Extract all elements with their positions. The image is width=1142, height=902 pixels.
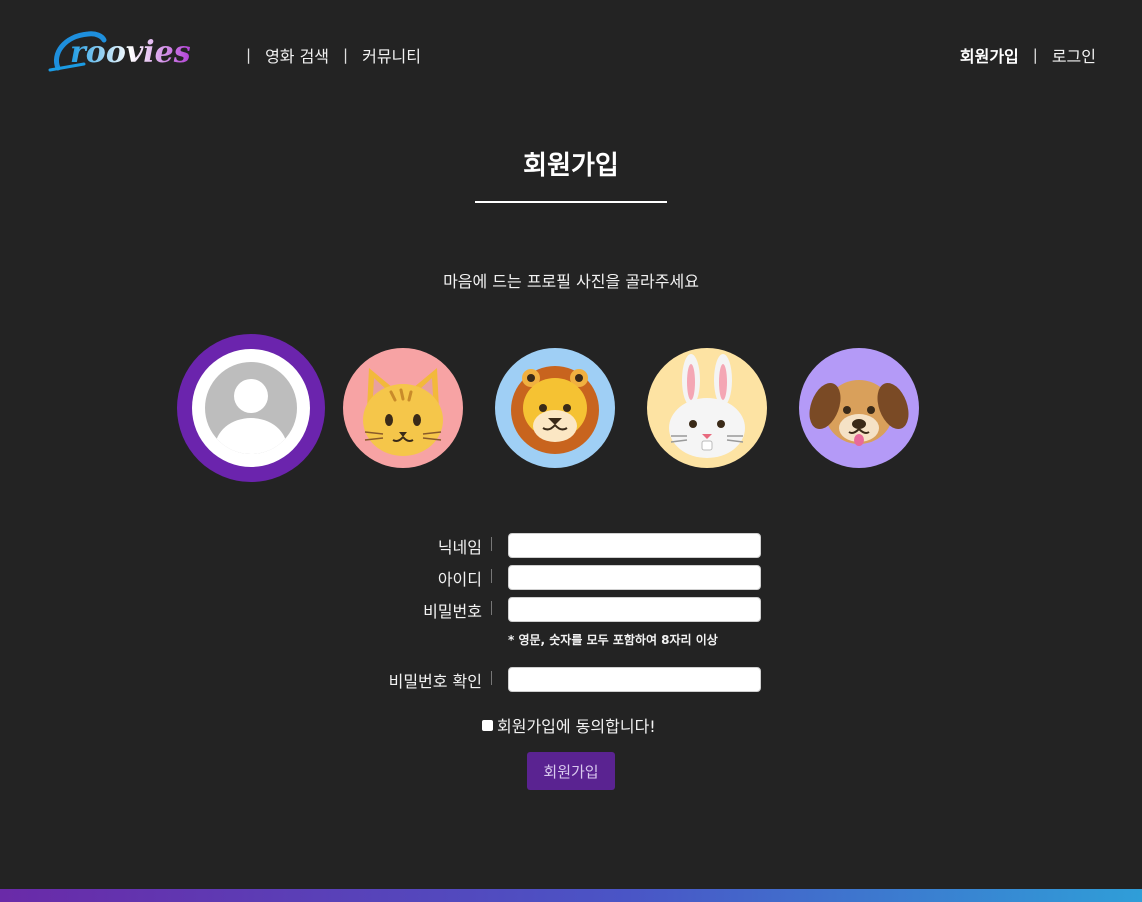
password-confirm-label: 비밀번호 확인 (388, 672, 482, 691)
nav-right: 회원가입 | 로그인 (960, 43, 1096, 67)
nav-left: | 영화 검색 | 커뮤니티 (232, 43, 421, 67)
label-divider (491, 671, 492, 685)
cat-face-icon (363, 368, 443, 456)
nav-separator: | (343, 46, 349, 64)
avatar-option-lion[interactable] (495, 348, 615, 468)
profile-picker-subtitle: 마음에 드는 프로필 사진을 골라주세요 (443, 272, 699, 291)
password-input[interactable] (508, 597, 761, 622)
nav-movie-search[interactable]: 영화 검색 (265, 43, 329, 67)
avatar-option-cat[interactable] (343, 348, 463, 468)
agree-label[interactable]: 회원가입에 동의합니다! (497, 713, 656, 737)
svg-text:roovies: roovies (70, 35, 191, 70)
rabbit-face-icon (669, 354, 745, 458)
agree-checkbox[interactable] (482, 719, 493, 731)
nav-signup[interactable]: 회원가입 (960, 43, 1019, 67)
nickname-input[interactable] (508, 533, 761, 558)
footer-gradient-bar (0, 889, 1142, 902)
avatar-option-rabbit[interactable] (647, 348, 767, 468)
password-confirm-input[interactable] (508, 667, 761, 692)
label-divider (491, 601, 492, 615)
nav-community[interactable]: 커뮤니티 (362, 43, 421, 67)
signup-submit-button[interactable]: 회원가입 (527, 752, 615, 790)
nav-separator: | (1032, 46, 1038, 64)
lion-face-icon (511, 366, 599, 454)
id-input[interactable] (508, 565, 761, 590)
label-divider (491, 569, 492, 583)
dog-face-icon (809, 380, 909, 446)
label-divider (491, 537, 492, 551)
id-label: 아이디 (437, 570, 482, 589)
header: roovies | 영화 검색 | 커뮤니티 회원가입 | 로그인 (0, 0, 1142, 110)
agree-row: 회원가입에 동의합니다! (482, 713, 656, 737)
nav-login[interactable]: 로그인 (1052, 43, 1096, 67)
avatar-option-dog[interactable] (799, 348, 919, 468)
nickname-label: 닉네임 (437, 538, 482, 557)
page-title: 회원가입 (523, 151, 619, 181)
title-underline (475, 201, 667, 203)
password-label: 비밀번호 (423, 602, 482, 621)
password-hint: * 영문, 숫자를 모두 포함하여 8자리 이상 (508, 633, 718, 647)
avatar-option-default[interactable] (177, 334, 325, 482)
groovies-logo[interactable]: roovies (44, 24, 220, 84)
nav-separator: | (246, 46, 252, 64)
default-user-icon (192, 349, 310, 467)
